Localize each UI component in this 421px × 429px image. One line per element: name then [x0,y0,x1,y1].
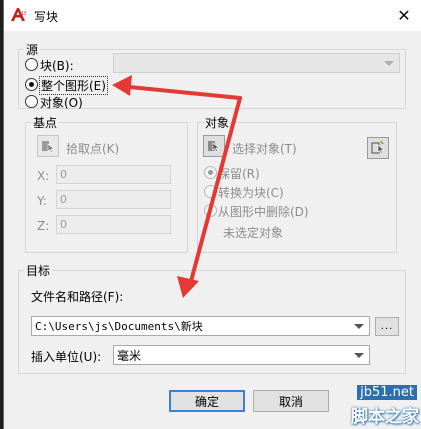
watermark: jb51.net 脚本之家 [289,383,419,427]
objects-status-text: 未选定对象 [223,226,284,240]
radio-convert-label: 转换为块(C) [218,186,284,200]
base-point-group-label: 基点 [31,114,60,131]
select-objects-button[interactable] [203,135,225,157]
radio-retain[interactable] [204,166,217,179]
write-block-dialog: 18 写块 ✕ 源 块(B): 整个图形(E) 对象(O) 基点 拾取点(K) … [3,0,421,429]
select-objects-icon [208,141,220,153]
browse-button[interactable]: ... [375,317,399,336]
radio-objects-label: 对象(O) [40,96,83,110]
close-icon: ✕ [397,6,411,25]
x-value: 0 [60,168,67,181]
radio-block-label: 块(B): [40,59,74,73]
y-label: Y: [37,194,47,208]
svg-text:18: 18 [21,11,26,17]
x-label: X: [37,169,50,183]
watermark-name: 脚本之家 [351,407,419,427]
path-label: 文件名和路径(F): [31,290,124,304]
close-button[interactable]: ✕ [391,0,417,31]
radio-delete[interactable] [204,204,217,217]
pick-point-label: 拾取点(K) [66,142,120,156]
objects-group-label: 对象 [203,114,232,131]
autocad-app-icon: 18 [10,7,26,23]
y-field[interactable]: 0 [56,190,171,209]
x-field[interactable]: 0 [56,165,171,184]
watermark-site: jb51.net [357,385,417,400]
units-value: 毫米 [117,348,142,363]
source-group-label: 源 [24,41,41,58]
path-value: C:\Users\js\Documents\新块 [35,320,203,333]
y-value: 0 [60,193,67,206]
z-label: Z: [37,219,50,233]
radio-entire-drawing-label: 整个图形(E) [39,76,108,95]
quick-select-button[interactable] [367,137,389,159]
radio-objects[interactable] [25,95,38,108]
pick-point-icon [42,141,55,154]
units-label: 插入单位(U): [31,350,102,364]
radio-retain-label: 保留(R) [218,167,260,181]
quick-select-icon [371,140,385,155]
radio-entire-drawing[interactable] [25,78,38,91]
pick-point-button[interactable] [37,135,59,157]
radio-delete-label: 从图形中删除(D) [218,205,309,219]
destination-group-label: 目标 [24,262,53,279]
block-name-select[interactable] [113,53,400,73]
z-field[interactable]: 0 [56,215,171,234]
window-title: 写块 [34,10,59,24]
units-select[interactable]: 毫米 [113,345,370,365]
radio-convert[interactable] [204,185,217,198]
path-combobox[interactable]: C:\Users\js\Documents\新块 [31,316,370,336]
title-bar: 18 写块 ✕ [4,0,421,31]
z-value: 0 [60,218,67,231]
select-objects-label: 选择对象(T) [232,142,297,156]
radio-block[interactable] [25,58,38,71]
ok-button[interactable]: 确定 [169,390,245,412]
